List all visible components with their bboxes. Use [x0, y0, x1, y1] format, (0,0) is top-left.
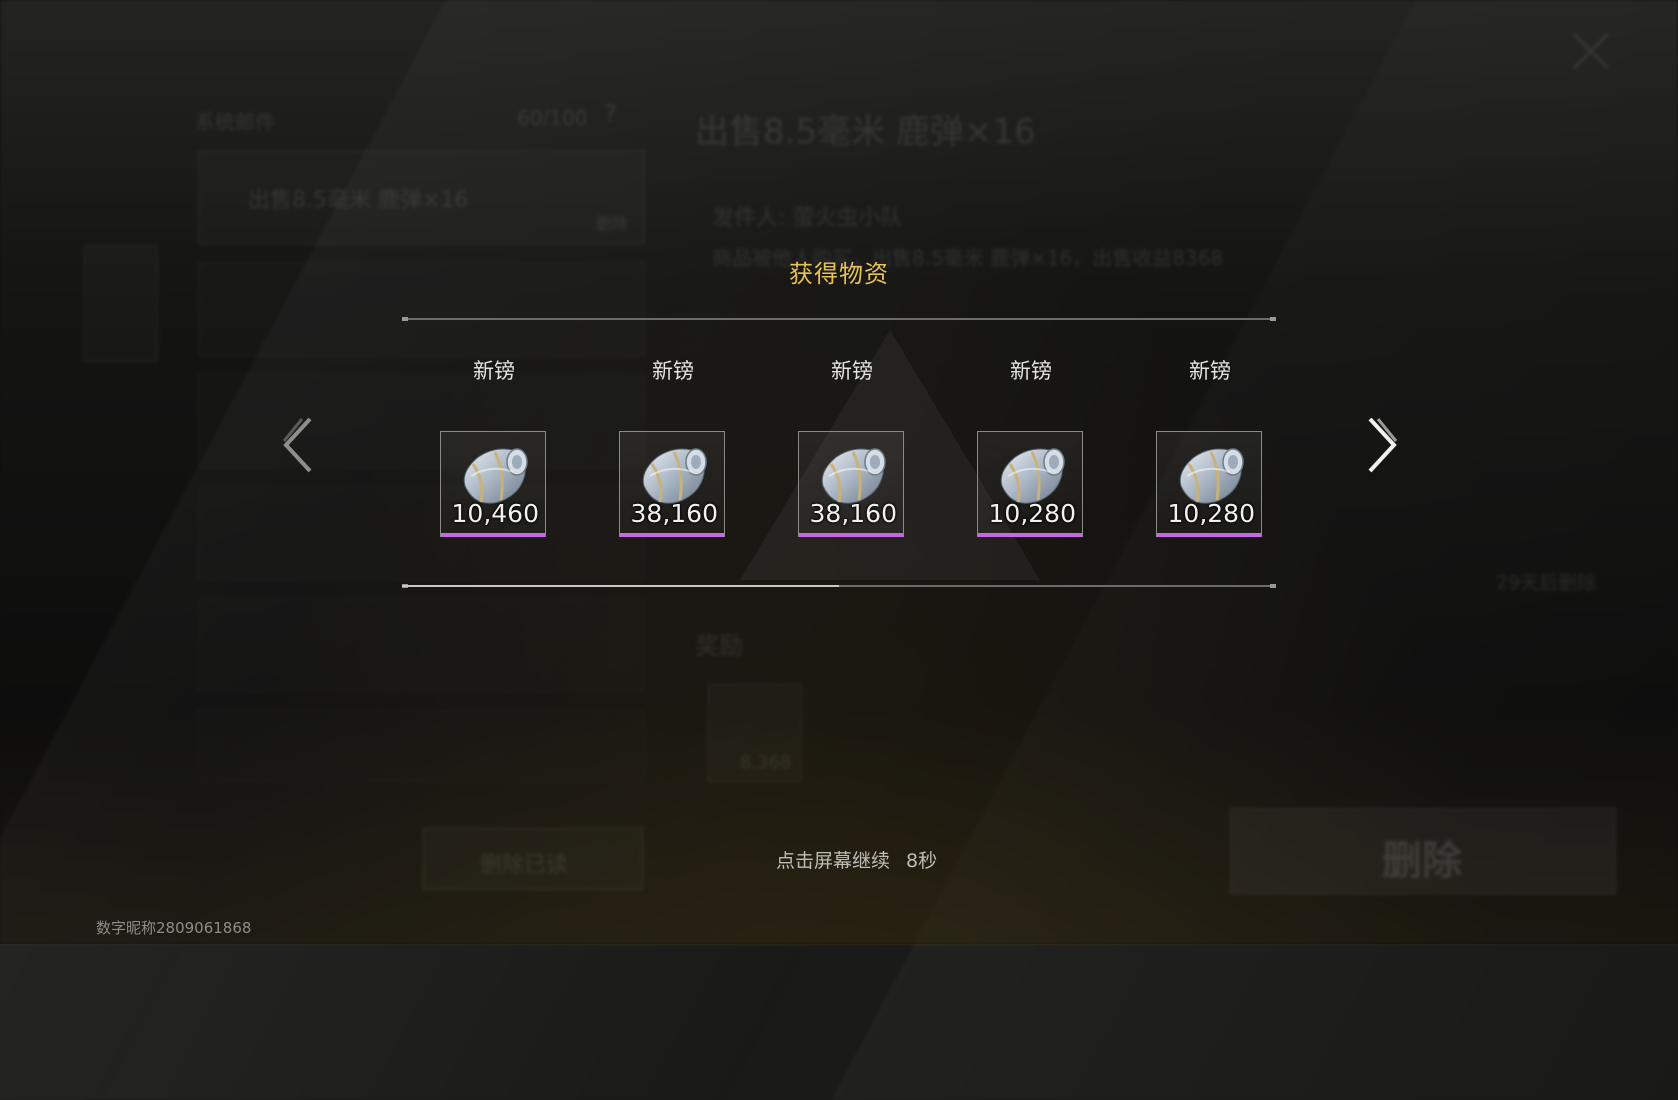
rarity-bar	[1157, 533, 1261, 537]
reward-item-count: 38,160	[630, 499, 718, 528]
reward-item-name: 新镑	[473, 359, 515, 383]
reward-item-slot[interactable]: 10,460	[440, 431, 546, 537]
rarity-bar	[620, 533, 724, 537]
rarity-bar	[978, 533, 1082, 537]
continue-text: 点击屏幕继续	[776, 850, 891, 872]
reward-item-count: 10,280	[988, 499, 1076, 528]
reward-item[interactable]: 新镑 38,160	[798, 355, 906, 537]
countdown: 8秒	[906, 850, 938, 872]
player-id: 数字昵称2809061868	[96, 919, 252, 937]
reward-item[interactable]: 新镑 38,160	[619, 355, 727, 537]
reward-modal-title: 获得物资	[789, 260, 889, 288]
reward-item-slot[interactable]: 38,160	[619, 431, 725, 537]
reward-item-count: 10,460	[451, 499, 539, 528]
reward-item[interactable]: 新镑 10,280	[1156, 355, 1264, 537]
reward-item-name: 新镑	[1189, 359, 1231, 383]
reward-item-count: 38,160	[809, 499, 897, 528]
reward-item-slot[interactable]: 10,280	[977, 431, 1083, 537]
scroll-progress	[402, 585, 839, 587]
reward-item[interactable]: 新镑 10,460	[440, 355, 548, 537]
reward-item-slot[interactable]: 38,160	[798, 431, 904, 537]
modal-top-rule	[402, 317, 1276, 321]
reward-item-slot[interactable]: 10,280	[1156, 431, 1262, 537]
rarity-bar	[799, 533, 903, 537]
prev-arrow-icon[interactable]	[278, 415, 318, 475]
modal-scrollbar	[402, 584, 1276, 588]
reward-item-count: 10,280	[1167, 499, 1255, 528]
reward-item[interactable]: 新镑 10,280	[977, 355, 1085, 537]
rarity-bar	[441, 533, 545, 537]
reward-item-name: 新镑	[652, 359, 694, 383]
continue-hint[interactable]: 点击屏幕继续 8秒	[776, 846, 937, 873]
reward-item-name: 新镑	[1010, 359, 1052, 383]
reward-item-name: 新镑	[831, 359, 873, 383]
next-arrow-icon[interactable]	[1362, 415, 1402, 475]
